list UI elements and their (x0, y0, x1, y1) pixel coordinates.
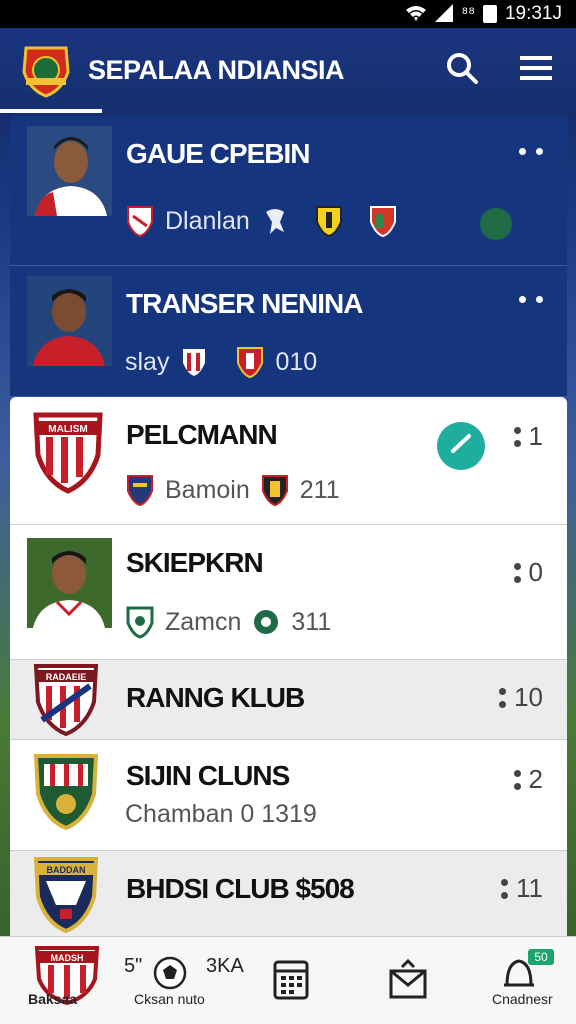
club-crest-icon (235, 345, 265, 379)
player-avatar (27, 538, 112, 628)
more-options-button[interactable]: 11 (501, 873, 543, 904)
club-crest-icon (125, 473, 155, 507)
card-meta-text: Bamoin (165, 475, 250, 504)
nav-item-messages[interactable] (386, 937, 430, 1024)
crest-text: RADAEIE (46, 672, 87, 682)
card-title: TRANSER NENINA (126, 288, 363, 319)
app-title: SEPALAA NDIANSIA (88, 54, 345, 85)
club-list: GAUE CPEBIN Dlanlan TRANSER NENINA slay … (10, 116, 567, 937)
club-crest-icon: MALISM (32, 411, 104, 495)
nav-extra-text: 3KA (206, 955, 244, 977)
list-item[interactable]: MALISM PELCMANN Bamoin 211 1 (10, 397, 567, 525)
card-meta-text: Zamcn (165, 607, 242, 636)
status-dot (480, 208, 512, 240)
card-title: SIJIN CLUNS (126, 760, 290, 791)
more-options-button[interactable] (519, 296, 543, 303)
card-meta-text: Dlanlan (165, 206, 250, 235)
more-icon (501, 878, 508, 899)
more-options-button[interactable]: 2 (513, 764, 543, 795)
club-crest-icon (251, 605, 281, 639)
more-icon (513, 426, 521, 447)
list-item[interactable]: SIJIN CLUNS Chamban 0 1319 2 (10, 740, 567, 851)
player-avatar (27, 126, 112, 216)
signal-text: ⁸⁸ (461, 5, 475, 22)
card-title: GAUE CPEBIN (126, 138, 310, 169)
more-icon (519, 148, 543, 155)
club-crest-icon (125, 605, 155, 639)
list-item[interactable]: GAUE CPEBIN Dlanlan (10, 116, 567, 266)
card-meta-suffix: 010 (275, 347, 318, 376)
search-button[interactable] (440, 48, 484, 92)
card-title: PELCMANN (126, 419, 278, 450)
more-options-button[interactable]: 0 (513, 557, 543, 588)
app-header: SEPALAA NDIANSIA (0, 28, 576, 112)
item-count: 11 (516, 873, 543, 903)
clock: 19:31J (504, 3, 562, 24)
card-meta: Bamoin 211 (125, 473, 340, 507)
card-subtitle: Chamban 0 1319 (125, 800, 317, 828)
crest-text: BADDAN (47, 865, 86, 875)
club-crest-icon: RADAEIE (32, 662, 104, 738)
list-item[interactable]: TRANSER NENINA slay 010 (10, 266, 567, 397)
item-count: 1 (528, 421, 543, 451)
card-meta: Zamcn 311 (125, 605, 331, 639)
menu-icon (520, 54, 552, 87)
card-meta: Dlanlan (125, 204, 398, 238)
more-options-button[interactable]: 10 (499, 682, 543, 713)
more-options-button[interactable]: 1 (513, 421, 543, 452)
nav-item-home[interactable]: MADSH Baksaa (24, 937, 108, 1024)
card-meta: slay 010 (125, 345, 317, 379)
more-options-button[interactable] (519, 148, 543, 155)
search-icon (445, 51, 479, 90)
club-crest-icon (125, 204, 155, 238)
club-crest-icon (32, 752, 104, 832)
notification-badge: 50 (528, 949, 554, 965)
bottom-nav: MADSH Baksaa 5" 3KA Cksan nuto Cnadnesr … (0, 936, 576, 1024)
club-crest-icon (368, 204, 398, 238)
confirm-button[interactable] (437, 422, 485, 470)
mail-icon (388, 958, 428, 1004)
more-icon (513, 769, 521, 790)
menu-button[interactable] (514, 48, 558, 92)
wifi-icon (405, 4, 427, 25)
more-icon (519, 296, 543, 303)
list-item[interactable]: BADDAN BHDSI CLUB $508 11 (10, 851, 567, 937)
nav-label-matches: Cksan nuto (134, 991, 205, 1007)
card-title: SKIEPKRN (126, 547, 264, 578)
card-title: RANNG KLUB (126, 682, 305, 713)
card-meta-num: 311 (291, 607, 332, 636)
club-crest-icon (314, 204, 344, 238)
list-item[interactable]: SKIEPKRN Zamcn 311 0 (10, 525, 567, 660)
item-count: 10 (514, 682, 543, 712)
club-logo-icon[interactable] (18, 42, 74, 98)
nav-item-notifications[interactable]: Cnadnesr (486, 937, 566, 1024)
check-icon (448, 431, 474, 462)
more-icon (513, 562, 521, 583)
calendar-icon (272, 957, 310, 1006)
nav-label-home: Baksaa (28, 991, 78, 1007)
trophy-icon (260, 204, 290, 238)
nav-item-calendar[interactable] (270, 937, 314, 1024)
active-tab-indicator (0, 109, 102, 113)
football-icon (152, 955, 188, 996)
list-item[interactable]: RADAEIE RANNG KLUB 10 (10, 660, 567, 740)
crest-text: MADSH (51, 953, 84, 963)
item-count: 2 (528, 764, 543, 794)
signal-icon (435, 3, 454, 25)
item-count: 0 (528, 557, 543, 587)
club-crest-icon (179, 345, 209, 379)
battery-icon (482, 5, 497, 23)
nav-item-matches[interactable]: 5" 3KA Cksan nuto (120, 937, 250, 1024)
club-crest-icon: BADDAN (32, 855, 104, 935)
more-icon (499, 687, 507, 708)
crest-text: MALISM (48, 424, 87, 435)
player-avatar (27, 276, 112, 366)
card-meta-num: 211 (299, 475, 340, 504)
status-bar: ⁸⁸ 19:31J (0, 0, 576, 28)
nav-number: 5" (124, 955, 143, 977)
nav-label-notifications: Cnadnesr (492, 991, 553, 1007)
club-crest-icon (260, 473, 290, 507)
card-meta-prefix: slay (125, 347, 170, 376)
card-title: BHDSI CLUB $508 (126, 873, 355, 904)
